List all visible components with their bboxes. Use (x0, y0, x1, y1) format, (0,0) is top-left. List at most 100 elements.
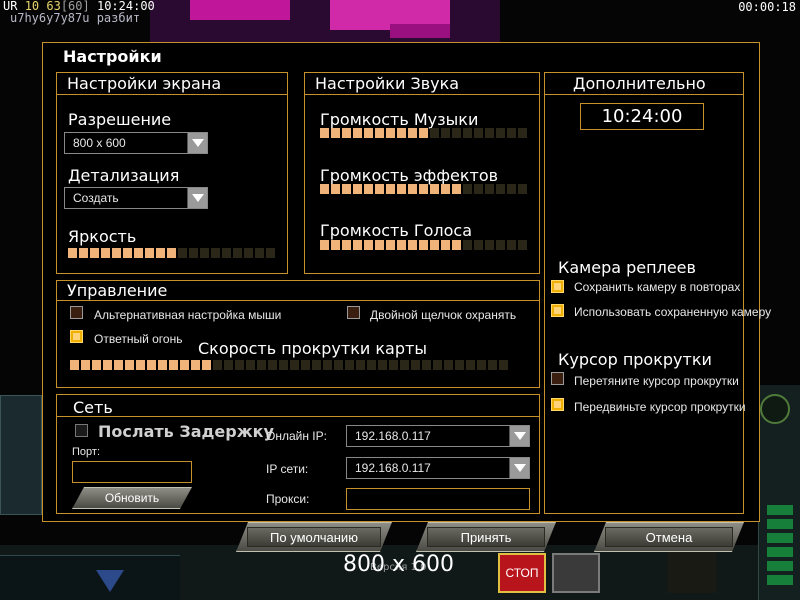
slider-segment[interactable] (90, 248, 99, 258)
slider-segment[interactable] (455, 360, 464, 370)
slider-segment[interactable] (364, 240, 373, 250)
slider-segment[interactable] (474, 128, 483, 138)
slider-segment[interactable] (331, 184, 340, 194)
slider-segment[interactable] (375, 128, 384, 138)
slider-segment[interactable] (400, 360, 409, 370)
slider-segment[interactable] (158, 360, 167, 370)
music-volume-slider[interactable] (320, 128, 527, 138)
drag-cursor-checkbox[interactable] (551, 372, 564, 385)
slider-segment[interactable] (474, 240, 483, 250)
slider-segment[interactable] (518, 184, 527, 194)
save-camera-checkbox[interactable] (551, 280, 564, 293)
slider-segment[interactable] (430, 240, 439, 250)
slider-segment[interactable] (320, 240, 329, 250)
slider-segment[interactable] (235, 360, 244, 370)
slider-segment[interactable] (422, 360, 431, 370)
slider-segment[interactable] (266, 248, 275, 258)
slider-segment[interactable] (114, 360, 123, 370)
slider-segment[interactable] (279, 360, 288, 370)
lan-ip-select[interactable]: 192.168.0.117 (346, 457, 530, 479)
slider-segment[interactable] (353, 184, 362, 194)
slider-segment[interactable] (452, 240, 461, 250)
slider-segment[interactable] (320, 184, 329, 194)
slider-segment[interactable] (474, 184, 483, 194)
slider-segment[interactable] (408, 240, 417, 250)
slider-segment[interactable] (70, 360, 79, 370)
slider-segment[interactable] (189, 248, 198, 258)
slider-segment[interactable] (441, 184, 450, 194)
slider-segment[interactable] (441, 240, 450, 250)
slider-segment[interactable] (290, 360, 299, 370)
slider-segment[interactable] (101, 248, 110, 258)
cancel-button[interactable]: Отмена (594, 522, 744, 552)
slider-segment[interactable] (320, 128, 329, 138)
slider-segment[interactable] (202, 360, 211, 370)
slider-segment[interactable] (147, 360, 156, 370)
slider-segment[interactable] (463, 240, 472, 250)
slider-segment[interactable] (452, 128, 461, 138)
use-saved-camera-checkbox[interactable] (551, 304, 564, 317)
slider-segment[interactable] (496, 240, 505, 250)
slider-segment[interactable] (367, 360, 376, 370)
online-ip-select[interactable]: 192.168.0.117 (346, 425, 530, 447)
slider-segment[interactable] (466, 360, 475, 370)
voice-volume-slider[interactable] (320, 240, 527, 250)
slider-segment[interactable] (200, 248, 209, 258)
slider-segment[interactable] (353, 128, 362, 138)
stop-button[interactable]: СТОП (498, 553, 546, 593)
slider-segment[interactable] (246, 360, 255, 370)
chevron-down-icon[interactable] (509, 426, 529, 446)
slider-segment[interactable] (178, 248, 187, 258)
slider-segment[interactable] (496, 184, 505, 194)
slider-segment[interactable] (507, 184, 516, 194)
slider-segment[interactable] (191, 360, 200, 370)
slider-segment[interactable] (125, 360, 134, 370)
slider-segment[interactable] (81, 360, 90, 370)
slider-segment[interactable] (255, 248, 264, 258)
slider-segment[interactable] (430, 128, 439, 138)
slider-segment[interactable] (331, 240, 340, 250)
slider-segment[interactable] (485, 240, 494, 250)
slider-segment[interactable] (323, 360, 332, 370)
slider-segment[interactable] (353, 240, 362, 250)
slider-segment[interactable] (342, 184, 351, 194)
defaults-button[interactable]: По умолчанию (236, 522, 392, 552)
slider-segment[interactable] (244, 248, 253, 258)
slider-segment[interactable] (419, 240, 428, 250)
slider-segment[interactable] (112, 248, 121, 258)
slider-segment[interactable] (364, 128, 373, 138)
slider-segment[interactable] (375, 184, 384, 194)
slider-segment[interactable] (389, 360, 398, 370)
alt-mouse-checkbox[interactable] (70, 306, 83, 319)
detail-select[interactable]: Создать (64, 187, 208, 209)
chevron-down-icon[interactable] (187, 133, 207, 153)
slider-segment[interactable] (386, 240, 395, 250)
slider-segment[interactable] (518, 240, 527, 250)
slider-segment[interactable] (419, 128, 428, 138)
slider-segment[interactable] (378, 360, 387, 370)
slider-segment[interactable] (342, 128, 351, 138)
send-delay-checkbox[interactable] (75, 424, 88, 437)
retaliation-checkbox[interactable] (70, 330, 83, 343)
chevron-down-icon[interactable] (187, 188, 207, 208)
slider-segment[interactable] (167, 248, 176, 258)
slider-segment[interactable] (68, 248, 77, 258)
slider-segment[interactable] (224, 360, 233, 370)
slider-segment[interactable] (136, 360, 145, 370)
port-input[interactable] (72, 461, 192, 483)
slider-segment[interactable] (222, 248, 231, 258)
slider-segment[interactable] (477, 360, 486, 370)
slider-segment[interactable] (397, 184, 406, 194)
slider-segment[interactable] (257, 360, 266, 370)
slider-segment[interactable] (496, 128, 505, 138)
slider-segment[interactable] (145, 248, 154, 258)
slider-segment[interactable] (499, 360, 508, 370)
unit-portrait[interactable] (552, 553, 600, 593)
slider-segment[interactable] (342, 240, 351, 250)
slider-segment[interactable] (386, 184, 395, 194)
refresh-button[interactable]: Обновить (72, 487, 192, 509)
slider-segment[interactable] (103, 360, 112, 370)
slider-segment[interactable] (430, 184, 439, 194)
slider-segment[interactable] (169, 360, 178, 370)
slider-segment[interactable] (397, 240, 406, 250)
